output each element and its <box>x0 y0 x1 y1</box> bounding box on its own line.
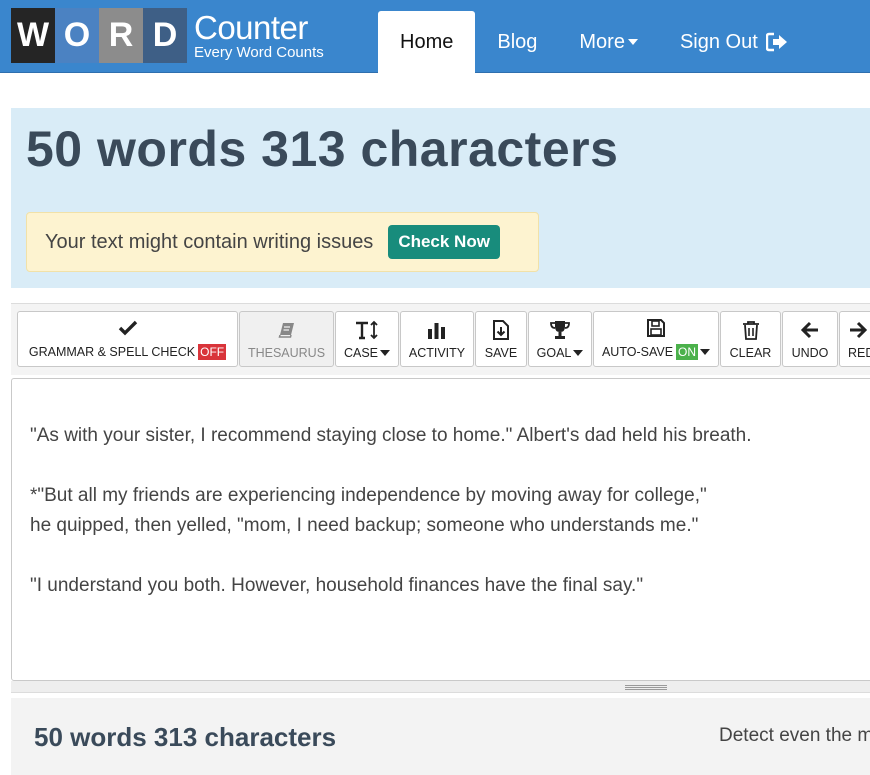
editor-blank-line <box>30 451 752 481</box>
editor-line-3: he quipped, then yelled, "mom, I need ba… <box>30 515 699 536</box>
counter-banner: 50 words 313 characters Your text might … <box>11 108 870 288</box>
sign-out-icon <box>765 32 788 52</box>
nav-home-label: Home <box>400 30 454 53</box>
case-label-text: CASE <box>343 346 379 360</box>
navbar: W O R D Counter Every Word Counts Home B… <box>0 0 870 73</box>
goal-label-text: GOAL <box>536 346 572 360</box>
grammar-label-text: GRAMMAR & SPELL CHECK <box>28 345 196 359</box>
main-nav: Home Blog More Sign Out <box>378 11 810 73</box>
chevron-down-icon <box>627 39 638 45</box>
editor-line-1: "As with your sister, I recommend stayin… <box>30 425 752 446</box>
arrow-right-icon <box>848 319 868 341</box>
grammar-off-badge: OFF <box>198 344 227 360</box>
nav-blog[interactable]: Blog <box>475 11 559 73</box>
editor-blank-line <box>30 541 752 571</box>
text-height-icon <box>355 319 379 341</box>
auto-save-label-text: AUTO-SAVE <box>601 345 674 359</box>
auto-save-on-badge: ON <box>676 344 699 360</box>
auto-save-dropdown-icon <box>700 349 711 355</box>
editor-line-4: "I understand you both. However, househo… <box>30 575 644 596</box>
case-button[interactable]: CASE <box>335 311 399 367</box>
thesaurus-label: THESAURUS <box>247 346 326 360</box>
logo-text: Counter Every Word Counts <box>194 11 324 60</box>
activity-label: ACTIVITY <box>408 346 466 360</box>
logo-tiles: W O R D <box>11 8 187 63</box>
detect-promo-text: Detect even the m <box>719 725 870 746</box>
logo-tile-d: D <box>143 8 187 63</box>
summary-word-character-count: 50 words 313 characters <box>34 722 337 752</box>
goal-button[interactable]: GOAL <box>528 311 592 367</box>
case-dropdown-icon <box>380 350 391 356</box>
thesaurus-button[interactable]: THESAURUS <box>239 311 334 367</box>
word-character-count: 50 words 313 characters <box>26 121 619 177</box>
grip-icon <box>625 685 667 690</box>
undo-button[interactable]: UNDO <box>782 311 838 367</box>
trash-icon <box>742 319 760 341</box>
site-logo[interactable]: W O R D Counter Every Word Counts <box>11 8 324 63</box>
auto-save-label: AUTO-SAVE ON <box>601 344 711 360</box>
redo-label: RED <box>848 346 870 360</box>
grammar-label: GRAMMAR & SPELL CHECK OFF <box>28 344 227 360</box>
bar-chart-icon <box>427 319 447 341</box>
logo-tile-o: O <box>55 8 99 63</box>
nav-more-dropdown[interactable]: More <box>559 11 658 73</box>
toolbar-buttons: GRAMMAR & SPELL CHECK OFF THESAURUS CASE… <box>17 311 870 367</box>
save-button[interactable]: SAVE <box>475 311 527 367</box>
nav-sign-out-label: Sign Out <box>679 30 758 53</box>
text-editor[interactable]: "As with your sister, I recommend stayin… <box>11 378 870 681</box>
logo-tile-w: W <box>11 8 55 63</box>
logo-tagline: Every Word Counts <box>194 44 324 61</box>
undo-label: UNDO <box>791 346 829 360</box>
nav-more-label: More <box>579 30 625 53</box>
editor-toolbar: GRAMMAR & SPELL CHECK OFF THESAURUS CASE… <box>11 303 870 375</box>
grammar-spell-check-button[interactable]: GRAMMAR & SPELL CHECK OFF <box>17 311 238 367</box>
floppy-disk-icon <box>646 317 666 339</box>
case-label: CASE <box>343 346 391 360</box>
auto-save-button[interactable]: AUTO-SAVE ON <box>593 311 719 367</box>
checkmark-icon <box>118 317 138 339</box>
activity-button[interactable]: ACTIVITY <box>400 311 474 367</box>
editor-content[interactable]: "As with your sister, I recommend stayin… <box>30 421 752 601</box>
editor-resize-handle[interactable] <box>11 681 870 693</box>
summary-panel: 50 words 313 characters Detect even the … <box>11 698 870 775</box>
writing-issues-alert: Your text might contain writing issues C… <box>26 212 539 272</box>
trophy-icon <box>549 319 571 341</box>
clear-label: CLEAR <box>729 346 772 360</box>
goal-dropdown-icon <box>573 350 584 356</box>
logo-title: Counter <box>194 9 308 46</box>
goal-label: GOAL <box>537 346 584 360</box>
arrow-left-icon <box>800 319 820 341</box>
save-label: SAVE <box>484 346 518 360</box>
book-icon <box>278 319 296 341</box>
editor-line-2: *"But all my friends are experiencing in… <box>30 485 707 506</box>
save-file-icon <box>492 319 510 341</box>
redo-button[interactable]: RED <box>839 311 870 367</box>
clear-button[interactable]: CLEAR <box>720 311 781 367</box>
nav-sign-out[interactable]: Sign Out <box>658 11 810 73</box>
logo-tile-r: R <box>99 8 143 63</box>
writing-issues-text: Your text might contain writing issues <box>45 230 374 253</box>
nav-blog-label: Blog <box>497 30 538 53</box>
nav-home[interactable]: Home <box>378 11 476 73</box>
check-now-button[interactable]: Check Now <box>388 225 500 259</box>
